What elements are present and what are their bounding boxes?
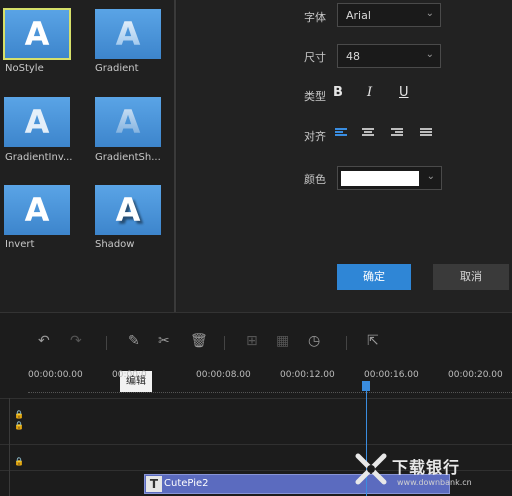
lock-icon[interactable]: 🔒 — [14, 410, 24, 419]
style-label: Gradient — [95, 63, 139, 74]
mosaic-icon[interactable]: ▦ — [276, 333, 289, 349]
style-tile-gradient[interactable]: A — [95, 9, 161, 59]
color-swatch — [341, 171, 419, 186]
style-preview-letter: A — [95, 97, 161, 147]
duration-clock-icon[interactable]: ◷ — [308, 333, 320, 349]
style-preview-letter: A — [95, 9, 161, 59]
align-right-icon[interactable] — [391, 128, 403, 138]
underline-button[interactable]: U — [399, 85, 409, 100]
size-select[interactable]: 48 ⌄ — [337, 44, 441, 68]
align-center-icon[interactable] — [362, 128, 374, 138]
export-icon[interactable]: ⇱ — [367, 333, 379, 349]
style-tile-gradient-inverse[interactable]: A — [4, 97, 70, 147]
chevron-down-icon: ⌄ — [426, 171, 435, 182]
time-ruler[interactable] — [28, 385, 512, 393]
font-label: 字体 — [304, 11, 326, 24]
playhead-handle[interactable] — [362, 381, 370, 391]
style-tile-nostyle[interactable]: A — [3, 8, 71, 60]
lock-icon[interactable]: 🔒 — [14, 421, 24, 430]
text-style-editor: A NoStyle A Gradient A GradientInv... A … — [0, 0, 512, 312]
ruler-tick-label: 00:00:08.00 — [196, 370, 251, 380]
ruler-tick-label: 00:00:12.00 — [280, 370, 335, 380]
redo-icon[interactable]: ↷ — [70, 333, 82, 349]
clip-label: CutePie2 — [164, 478, 209, 489]
track-header — [0, 470, 10, 496]
text-style-gallery: A NoStyle A Gradient A GradientInv... A … — [0, 0, 177, 312]
gallery-divider — [174, 0, 176, 312]
font-select[interactable]: Arial ⌄ — [337, 3, 441, 27]
style-label: GradientSh... — [95, 152, 161, 163]
ok-button[interactable]: 确定 — [337, 264, 411, 290]
text-clip-icon: T — [146, 476, 162, 492]
style-preview-letter: A — [24, 191, 50, 229]
type-label: 类型 — [304, 90, 326, 103]
ruler-tick-label: 00:00:0 — [112, 370, 147, 380]
watermark-url: www.downbank.cn — [397, 478, 472, 487]
style-preview-letter: A — [24, 15, 50, 53]
ruler-tick-label: 00:00:00.00 — [28, 370, 83, 380]
align-label: 对齐 — [304, 130, 326, 143]
track-header — [0, 398, 10, 444]
style-label: NoStyle — [5, 63, 44, 74]
track-header — [0, 444, 10, 470]
chevron-down-icon: ⌄ — [425, 49, 434, 60]
italic-button[interactable]: I — [367, 85, 372, 100]
align-justify-icon[interactable] — [420, 128, 432, 138]
toolbar-divider — [106, 336, 107, 350]
style-tile-gradient-shadow[interactable]: A — [95, 97, 161, 147]
ruler-tick-label: 00:00:16.00 — [364, 370, 419, 380]
delete-icon[interactable]: 🗑 — [190, 333, 208, 349]
color-label: 颜色 — [304, 173, 326, 186]
bold-button[interactable]: B — [333, 85, 343, 100]
watermark-logo-icon — [355, 453, 387, 485]
toolbar-divider — [224, 336, 225, 350]
chevron-down-icon: ⌄ — [425, 8, 434, 19]
style-label: Invert — [5, 239, 35, 250]
lock-icon[interactable]: 🔒 — [14, 457, 24, 466]
style-tile-shadow[interactable]: A — [95, 185, 161, 235]
cancel-button[interactable]: 取消 — [433, 264, 509, 290]
watermark-text: 下载银行 — [392, 458, 461, 477]
size-label: 尺寸 — [304, 51, 326, 64]
style-preview-letter: A — [24, 103, 50, 141]
video-track[interactable] — [0, 398, 512, 444]
style-preview-letter: A — [115, 191, 141, 229]
style-label: Shadow — [95, 239, 135, 250]
cut-icon[interactable]: ✂ — [158, 333, 170, 349]
size-value: 48 — [346, 50, 360, 63]
align-left-icon[interactable] — [335, 128, 347, 138]
crop-icon[interactable]: ⊞ — [246, 333, 258, 349]
toolbar-divider — [346, 336, 347, 350]
style-tile-invert[interactable]: A — [4, 185, 70, 235]
undo-icon[interactable]: ↶ — [38, 333, 50, 349]
ruler-tick-label: 00:00:20.00 — [448, 370, 503, 380]
font-value: Arial — [346, 9, 371, 22]
color-picker[interactable]: ⌄ — [337, 166, 442, 190]
edit-pencil-icon[interactable]: ✎ — [128, 333, 140, 349]
style-label: GradientInv... — [5, 152, 73, 163]
